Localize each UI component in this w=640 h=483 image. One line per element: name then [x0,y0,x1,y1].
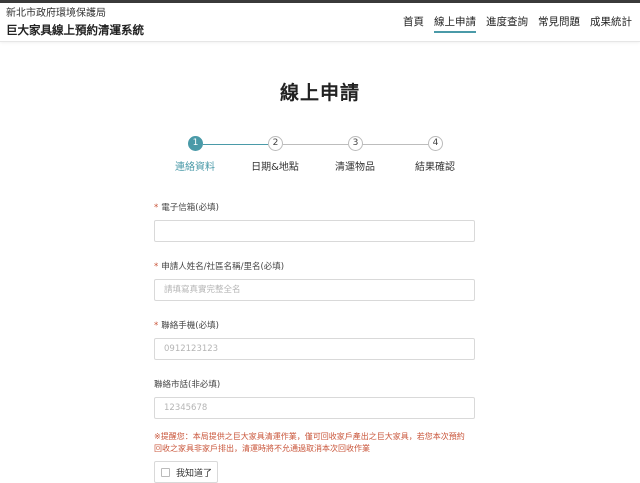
required-mark: * [154,203,159,213]
nav-stats[interactable]: 成果統計 [590,14,632,33]
main-nav: 首頁 線上申請 進度查詢 常見問題 成果統計 [403,14,632,33]
page-title: 線上申請 [279,82,360,104]
step-1-circle: 1 [188,136,203,151]
nav-home[interactable]: 首頁 [403,14,424,33]
step-2-circle: 2 [268,136,283,151]
notice-line-1: ※提醒您：本局提供之巨大家具清運作業，僅可回收家戶產出之巨大家具，若您本次預約 [154,432,465,441]
email-group: * 電子信箱(必填) [154,201,475,213]
progress-steps: 1 2 3 4 連絡資料 日期&地點 清運物品 結果確認 [130,136,490,176]
mobile-label: * 聯絡手機(必填) [154,321,219,331]
step-4-label: 結果確認 [415,162,455,173]
required-mark: * [154,321,159,331]
required-mark: * [154,262,159,272]
name-label: * 申請人姓名/社區名稱/里名(必填) [154,262,285,272]
email-label: * 電子信箱(必填) [154,203,219,213]
nav-apply[interactable]: 線上申請 [434,14,476,33]
nav-faq[interactable]: 常見問題 [538,14,580,33]
acknowledge-checkbox[interactable] [161,467,170,477]
step-2-label: 日期&地點 [251,162,299,173]
step-connector-1 [203,144,268,145]
step-3-label: 清運物品 [335,162,375,173]
phone-group: 聯絡市話(非必填) [154,378,475,390]
step-3-circle: 3 [348,136,363,151]
name-input[interactable] [154,279,475,301]
phone-label: 聯絡市話(非必填) [154,380,221,390]
phone-input[interactable] [154,397,475,419]
email-input[interactable] [154,220,475,242]
mobile-input[interactable] [154,338,475,360]
step-connector-3 [362,144,428,145]
nav-progress[interactable]: 進度查詢 [486,14,528,33]
mobile-group: * 聯絡手機(必填) [154,319,475,331]
step-connector-2 [283,144,348,145]
acknowledge-label: 我知道了 [176,468,213,479]
step-1-label: 連絡資料 [175,162,215,173]
brand[interactable]: 新北市政府環境保護局 巨大家具線上預約清運系統 [6,7,144,38]
step-4-circle: 4 [428,136,443,151]
notice-line-2: 回收之家具非家戶排出，清運時將不允通過取消本次回收作業 [154,444,370,453]
site-header: 新北市政府環境保護局 巨大家具線上預約清運系統 首頁 線上申請 進度查詢 常見問… [0,3,640,42]
org-name: 新北市政府環境保護局 [6,8,106,19]
notice-text: ※提醒您：本局提供之巨大家具清運作業，僅可回收家戶產出之巨大家具，若您本次預約 … [154,431,484,455]
system-name: 巨大家具線上預約清運系統 [6,23,144,37]
name-group: * 申請人姓名/社區名稱/里名(必填) [154,260,475,272]
